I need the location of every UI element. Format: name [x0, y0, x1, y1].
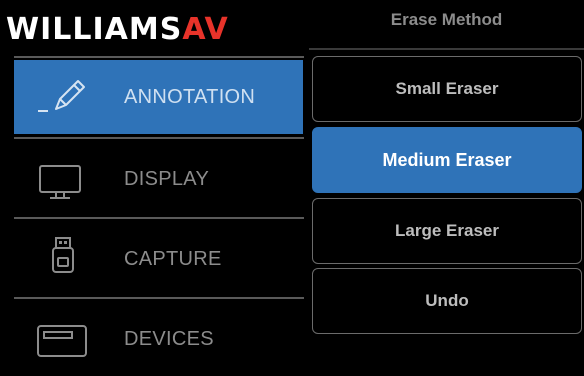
divider	[14, 297, 304, 299]
divider	[14, 56, 304, 58]
sidebar: WILLIAMSAV ANNOTATION DISPLAY CAPTURE DE…	[0, 0, 305, 357]
option-label: Medium Eraser	[382, 149, 512, 170]
sidebar-item-label: DISPLAY	[124, 167, 210, 190]
large-eraser-button[interactable]: Large Eraser	[312, 198, 582, 264]
option-label: Large Eraser	[395, 221, 499, 240]
sidebar-item-label: DEVICES	[124, 327, 214, 350]
panel-title: Erase Method	[390, 10, 503, 29]
monitor-icon	[14, 142, 124, 216]
medium-eraser-button[interactable]: Medium Eraser	[312, 127, 582, 193]
undo-button[interactable]: Undo	[312, 268, 582, 334]
sidebar-item-display[interactable]: DISPLAY	[14, 142, 303, 216]
sidebar-item-devices[interactable]: DEVICES	[14, 302, 303, 376]
logo-text-williams: WILLIAMS	[6, 12, 183, 47]
williams-av-logo: WILLIAMSAV	[6, 10, 229, 50]
header-divider	[309, 48, 584, 50]
usb-drive-icon	[14, 222, 124, 296]
small-eraser-button[interactable]: Small Eraser	[312, 56, 582, 122]
divider	[14, 137, 304, 139]
option-label: Undo	[425, 291, 469, 310]
pen-icon	[14, 60, 124, 134]
device-icon	[14, 302, 124, 376]
sidebar-item-label: ANNOTATION	[124, 85, 256, 108]
sidebar-item-capture[interactable]: CAPTURE	[14, 222, 303, 296]
sidebar-item-label: CAPTURE	[124, 247, 222, 270]
panel-header: Erase Method	[309, 0, 584, 50]
logo-text-av: AV	[182, 12, 229, 47]
option-label: Small Eraser	[395, 79, 499, 98]
sidebar-item-annotation[interactable]: ANNOTATION	[14, 60, 303, 134]
divider	[14, 217, 304, 219]
erase-method-panel: Erase Method Small Eraser Medium Eraser …	[309, 0, 584, 339]
